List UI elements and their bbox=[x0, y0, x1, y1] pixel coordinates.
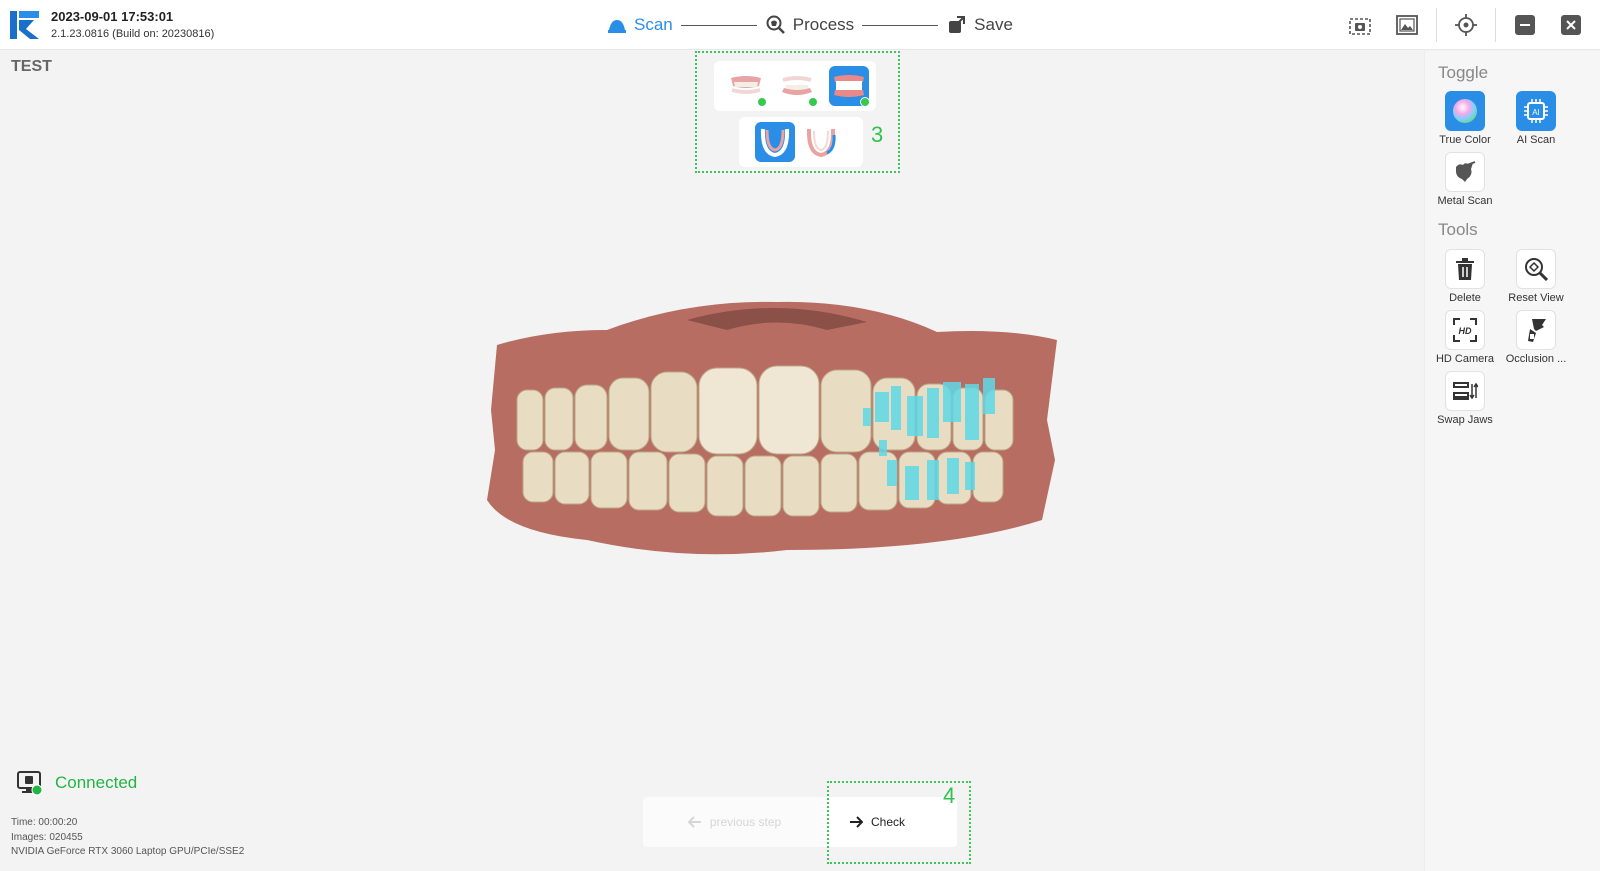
complete-dot bbox=[808, 97, 818, 107]
lower-jaw-button[interactable] bbox=[777, 66, 818, 107]
bite-icon bbox=[834, 75, 864, 97]
reset-view-button[interactable] bbox=[1516, 249, 1556, 289]
delete-button[interactable] bbox=[1445, 249, 1485, 289]
session-info: 2023-09-01 17:53:01 2.1.23.0816 (Build o… bbox=[51, 9, 214, 42]
scan-time: Time: 00:00:20 bbox=[11, 817, 78, 828]
step-process-label: Process bbox=[792, 15, 855, 34]
true-color-label: True Color bbox=[1439, 134, 1491, 146]
arch-left-icon bbox=[760, 128, 790, 158]
project-name: TEST bbox=[11, 58, 52, 75]
upper-jaw-icon bbox=[731, 76, 761, 94]
bite-button[interactable] bbox=[829, 66, 870, 107]
step-save-label: Save bbox=[974, 15, 1013, 34]
svg-text:HD: HD bbox=[1459, 326, 1472, 336]
tool-reset-view[interactable]: Reset View bbox=[1496, 249, 1576, 304]
step-scan-label: Scan bbox=[634, 15, 673, 34]
right-tool-panel: Toggle True Color AI AI Scan Metal Scan … bbox=[1424, 51, 1600, 871]
step-connector bbox=[862, 24, 939, 26]
complete-dot bbox=[860, 97, 870, 107]
app-version: 2.1.23.0816 (Build on: 20230816) bbox=[51, 28, 215, 40]
previous-step-label: previous step bbox=[709, 815, 782, 829]
occlusion-button[interactable] bbox=[1516, 310, 1556, 350]
image-gallery-icon bbox=[1396, 15, 1418, 35]
arch-right-icon bbox=[806, 128, 836, 158]
occlusion-label: Occlusion ... bbox=[1505, 353, 1567, 365]
hd-camera-label: HD Camera bbox=[1435, 353, 1495, 365]
arch-left-button[interactable] bbox=[755, 122, 795, 162]
tool-occlusion[interactable]: Occlusion ... bbox=[1496, 310, 1576, 365]
process-icon bbox=[765, 14, 787, 36]
screenshot-button[interactable] bbox=[1348, 13, 1372, 37]
toggle-metal-scan[interactable]: Metal Scan bbox=[1425, 152, 1505, 207]
scanner-connected-icon bbox=[17, 771, 43, 796]
svg-text:AI: AI bbox=[1532, 108, 1540, 117]
ai-scan-button[interactable]: AI bbox=[1516, 91, 1556, 131]
check-highlight: 4 bbox=[827, 781, 971, 864]
arch-right-button[interactable] bbox=[801, 122, 841, 162]
hint-step-number: 3 bbox=[871, 122, 884, 147]
arch-side-group bbox=[739, 117, 863, 167]
screenshot-icon bbox=[1349, 18, 1371, 35]
metal-scan-icon bbox=[1456, 161, 1476, 182]
complete-dot bbox=[757, 97, 767, 107]
hint-step-number: 4 bbox=[943, 783, 956, 808]
crosshair-icon bbox=[1455, 14, 1477, 36]
divider bbox=[1495, 8, 1496, 42]
minimize-icon bbox=[1515, 15, 1535, 35]
occlusion-icon bbox=[1528, 319, 1546, 342]
connection-status: Connected bbox=[17, 770, 137, 796]
step-connector bbox=[680, 24, 757, 26]
connection-label: Connected bbox=[55, 773, 138, 792]
gpu-info: NVIDIA GeForce RTX 3060 Laptop GPU/PCIe/… bbox=[11, 846, 245, 857]
session-datetime: 2023-09-01 17:53:01 bbox=[51, 9, 174, 24]
toggle-ai-scan[interactable]: AI AI Scan bbox=[1496, 91, 1576, 146]
close-button[interactable] bbox=[1559, 13, 1583, 37]
reset-view-label: Reset View bbox=[1508, 292, 1564, 304]
locate-button[interactable] bbox=[1454, 13, 1478, 37]
lower-jaw-icon bbox=[782, 76, 812, 95]
swap-jaws-label: Swap Jaws bbox=[1437, 414, 1493, 426]
reset-view-icon bbox=[1525, 258, 1548, 281]
arrow-left-icon bbox=[687, 816, 701, 828]
tool-delete[interactable]: Delete bbox=[1425, 249, 1505, 304]
step-process[interactable]: Process bbox=[765, 14, 854, 36]
metal-scan-button[interactable] bbox=[1445, 152, 1485, 192]
true-color-icon bbox=[1453, 99, 1477, 123]
step-scan[interactable]: Scan bbox=[606, 14, 673, 36]
tools-section-title: Tools bbox=[1438, 220, 1478, 239]
title-bar: 2023-09-01 17:53:01 2.1.23.0816 (Build o… bbox=[0, 0, 1600, 50]
delete-label: Delete bbox=[1449, 292, 1481, 304]
tool-swap-jaws[interactable]: Swap Jaws bbox=[1425, 371, 1505, 426]
gallery-button[interactable] bbox=[1395, 13, 1419, 37]
tool-hd-camera[interactable]: HD HD Camera bbox=[1425, 310, 1505, 365]
save-icon bbox=[946, 14, 968, 36]
scan-icon bbox=[606, 14, 628, 36]
toggle-section-title: Toggle bbox=[1438, 63, 1489, 82]
hd-camera-icon: HD bbox=[1453, 318, 1477, 342]
close-icon bbox=[1561, 15, 1581, 35]
hd-camera-button[interactable]: HD bbox=[1445, 310, 1485, 350]
scan-stats: Time: 00:00:20 Images: 020455 NVIDIA GeF… bbox=[11, 816, 244, 860]
previous-step-button[interactable]: previous step bbox=[643, 797, 826, 847]
jaw-selector-highlight: 3 bbox=[695, 51, 900, 173]
minimize-button[interactable] bbox=[1513, 13, 1537, 37]
ai-scan-icon: AI bbox=[1524, 99, 1548, 123]
true-color-button[interactable] bbox=[1445, 91, 1485, 131]
metal-scan-label: Metal Scan bbox=[1437, 195, 1493, 207]
image-count: Images: 020455 bbox=[11, 831, 83, 843]
app-logo bbox=[10, 11, 39, 39]
workflow-steps: Scan Process Save bbox=[606, 12, 1013, 38]
upper-jaw-button[interactable] bbox=[726, 66, 767, 107]
trash-icon bbox=[1456, 258, 1474, 280]
swap-jaws-button[interactable] bbox=[1445, 371, 1485, 411]
swap-jaws-icon bbox=[1453, 382, 1478, 400]
jaw-scan-type-group bbox=[714, 61, 876, 111]
toggle-true-color[interactable]: True Color bbox=[1425, 91, 1505, 146]
ai-scan-label: AI Scan bbox=[1516, 134, 1556, 146]
scanned-teeth-model bbox=[487, 301, 1057, 555]
divider bbox=[1436, 8, 1437, 42]
step-save[interactable]: Save bbox=[946, 14, 1013, 36]
